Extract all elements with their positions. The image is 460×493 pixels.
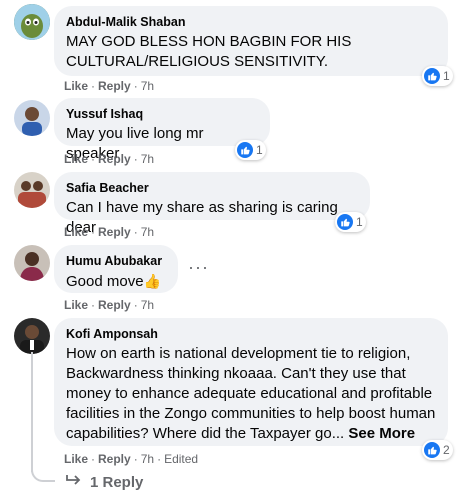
- avatar[interactable]: [14, 100, 50, 136]
- reaction-count[interactable]: 2: [422, 440, 453, 460]
- reply-arrow-icon: [66, 473, 82, 491]
- more-options-icon[interactable]: ···: [188, 257, 209, 278]
- like-button[interactable]: Like: [64, 79, 88, 93]
- avatar[interactable]: [14, 318, 50, 354]
- comment-bubble: Humu Abubakar Good move👍: [54, 245, 178, 293]
- comment-text: MAY GOD BLESS HON BAGBIN FOR HIS CULTURA…: [66, 33, 352, 70]
- thread-line: [31, 352, 33, 472]
- like-reaction-icon: [424, 442, 440, 458]
- like-button[interactable]: Like: [64, 152, 88, 166]
- like-reaction-icon: [337, 214, 353, 230]
- like-button[interactable]: Like: [64, 225, 88, 239]
- thread-connector: [31, 462, 55, 482]
- timestamp[interactable]: 7h: [141, 298, 154, 312]
- comment-bubble: Kofi Amponsah How on earth is national d…: [54, 318, 448, 446]
- edited-label[interactable]: Edited: [164, 452, 198, 466]
- comment-author[interactable]: Safia Beacher: [66, 180, 358, 196]
- like-reaction-icon: [424, 68, 440, 84]
- replies-label[interactable]: 1 Reply: [90, 474, 143, 491]
- comment-bubble: Safia Beacher Can I have my share as sha…: [54, 172, 370, 236]
- timestamp[interactable]: 7h: [141, 152, 154, 166]
- reply-button[interactable]: Reply: [98, 298, 131, 312]
- like-button[interactable]: Like: [64, 452, 88, 466]
- reply-button[interactable]: Reply: [98, 152, 131, 166]
- reply-button[interactable]: Reply: [98, 225, 131, 239]
- comment-actions: Like · Reply · 7h · Edited: [64, 452, 199, 466]
- reaction-number: 1: [356, 215, 363, 229]
- comment-actions: Like · Reply · 7h: [64, 298, 155, 312]
- timestamp[interactable]: 7h: [141, 79, 154, 93]
- comment-author[interactable]: Abdul-Malik Shaban: [66, 14, 436, 30]
- avatar[interactable]: [14, 172, 50, 208]
- comment-author[interactable]: Yussuf Ishaq: [66, 106, 258, 122]
- thumbs-up-emoji: 👍: [143, 273, 161, 289]
- see-more-link[interactable]: See More: [348, 425, 415, 442]
- timestamp[interactable]: 7h: [141, 452, 154, 466]
- avatar[interactable]: [14, 4, 50, 40]
- reaction-number: 1: [443, 69, 450, 83]
- view-replies-link[interactable]: 1 Reply: [66, 473, 143, 491]
- comment-author[interactable]: Humu Abubakar: [66, 253, 166, 269]
- reaction-count[interactable]: 1: [422, 66, 453, 86]
- reply-button[interactable]: Reply: [98, 452, 131, 466]
- reaction-count[interactable]: 1: [235, 140, 266, 160]
- like-reaction-icon: [237, 142, 253, 158]
- reaction-number: 1: [256, 143, 263, 157]
- comment-text: Good move👍: [66, 273, 161, 290]
- comment-actions: Like · Reply · 7h: [64, 79, 155, 93]
- comment-actions: Like · Reply · 7h: [64, 152, 155, 166]
- comment-bubble: Yussuf Ishaq May you live long mr speake…: [54, 98, 270, 162]
- reply-button[interactable]: Reply: [98, 79, 131, 93]
- timestamp[interactable]: 7h: [141, 225, 154, 239]
- reaction-number: 2: [443, 443, 450, 457]
- reaction-count[interactable]: 1: [335, 212, 366, 232]
- comment-author[interactable]: Kofi Amponsah: [66, 326, 436, 342]
- comment-text: How on earth is national development tie…: [66, 345, 436, 442]
- comment-bubble: Abdul-Malik Shaban MAY GOD BLESS HON BAG…: [54, 6, 448, 76]
- comment-actions: Like · Reply · 7h: [64, 225, 155, 239]
- like-button[interactable]: Like: [64, 298, 88, 312]
- avatar[interactable]: [14, 245, 50, 281]
